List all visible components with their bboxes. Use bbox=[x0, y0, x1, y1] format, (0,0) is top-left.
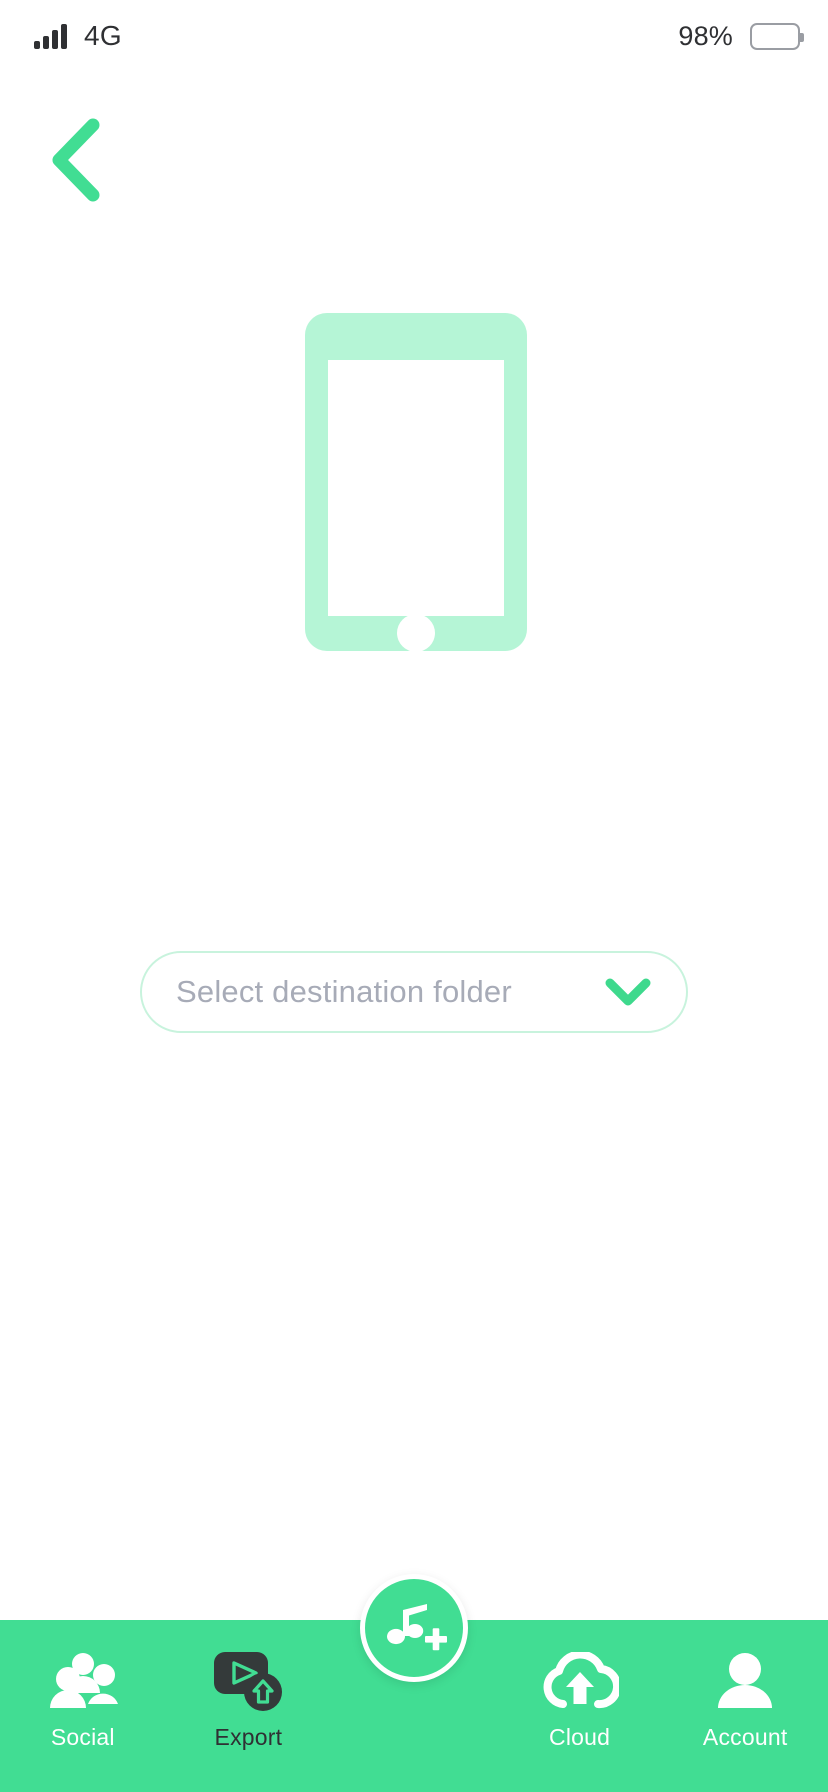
nav-item-social[interactable]: Social bbox=[0, 1650, 166, 1751]
video-export-icon bbox=[212, 1650, 284, 1712]
chevron-left-icon bbox=[52, 118, 100, 202]
back-button[interactable] bbox=[24, 108, 128, 212]
nav-label-social: Social bbox=[50, 1724, 115, 1750]
phone-graphic-icon bbox=[305, 313, 527, 652]
nav-item-cloud[interactable]: Cloud bbox=[497, 1650, 663, 1751]
nav-item-account[interactable]: Account bbox=[662, 1650, 828, 1751]
nav-label-cloud: Cloud bbox=[549, 1724, 611, 1750]
nav-label-account: Account bbox=[702, 1724, 788, 1750]
music-note-plus-icon bbox=[387, 1604, 447, 1651]
chevron-down-icon[interactable] bbox=[604, 975, 652, 1009]
destination-folder-select[interactable]: Select destination folder bbox=[140, 951, 688, 1033]
status-bar-right: 98% bbox=[678, 20, 804, 52]
status-bar-left: 4G bbox=[34, 20, 122, 52]
app-screen: 4G 98% Select destination folder Social … bbox=[0, 0, 828, 1792]
status-bar: 4G 98% bbox=[0, 0, 828, 72]
signal-bars-icon bbox=[34, 23, 67, 49]
bottom-navigation-bar: Social Export Cloud Account bbox=[0, 1574, 828, 1792]
nav-label-export: Export bbox=[214, 1724, 283, 1750]
battery-icon bbox=[750, 22, 804, 50]
group-people-icon bbox=[48, 1650, 118, 1712]
phone-illustration bbox=[305, 313, 527, 652]
cloud-upload-icon bbox=[541, 1650, 619, 1712]
destination-folder-placeholder: Select destination folder bbox=[176, 974, 512, 1009]
network-type-label: 4G bbox=[84, 20, 122, 51]
person-icon bbox=[714, 1650, 776, 1712]
add-music-fab-button[interactable] bbox=[360, 1574, 468, 1682]
nav-item-export[interactable]: Export bbox=[166, 1650, 332, 1751]
battery-percent-label: 98% bbox=[678, 20, 733, 51]
